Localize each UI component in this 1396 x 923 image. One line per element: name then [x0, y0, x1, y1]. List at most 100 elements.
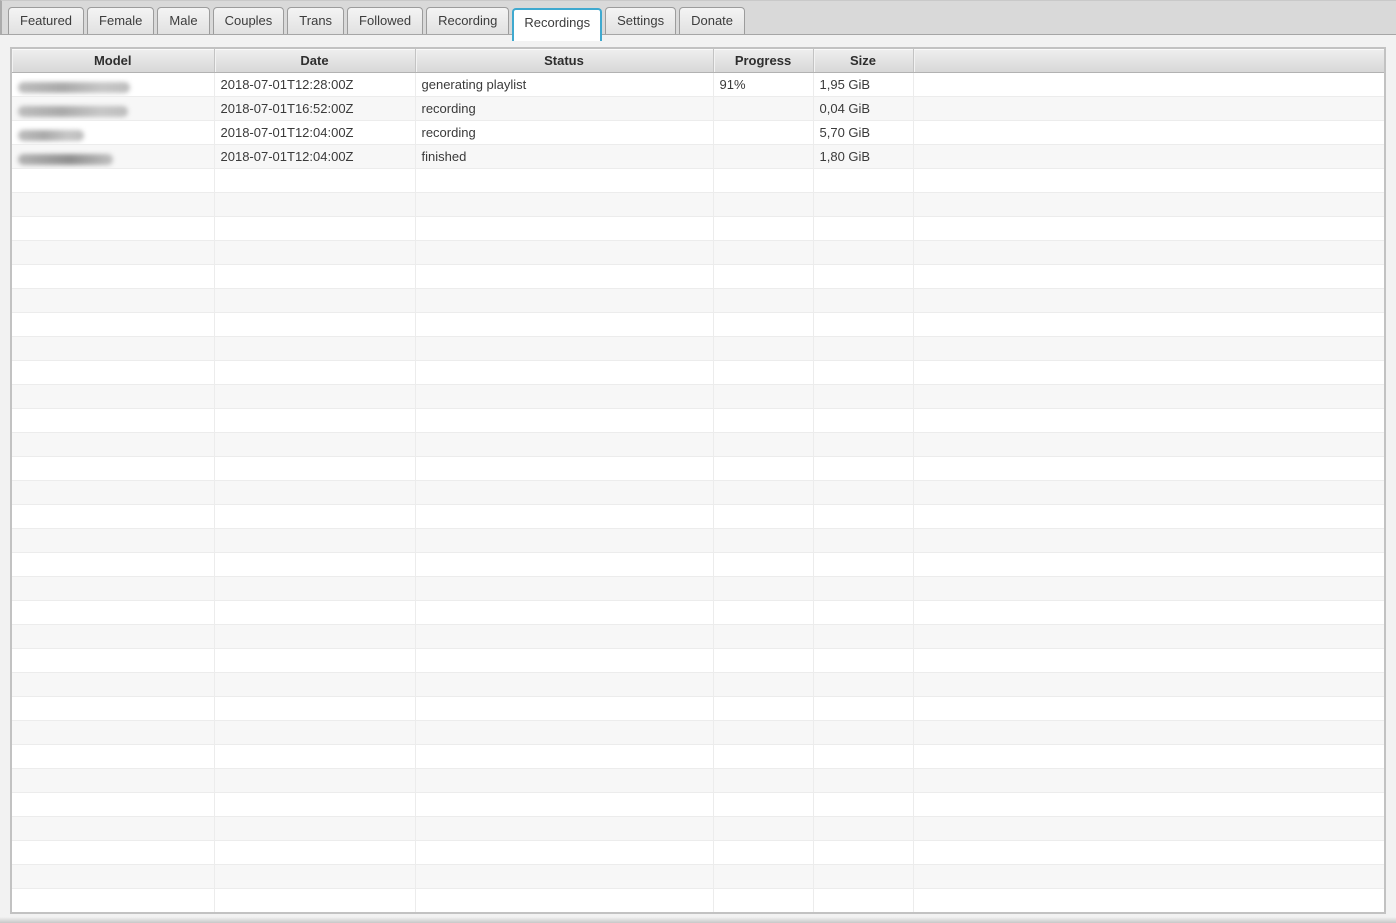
tab-male[interactable]: Male: [157, 7, 209, 34]
empty-cell: [415, 481, 713, 505]
empty-cell: [214, 601, 415, 625]
cell-filler: [913, 121, 1384, 145]
cell-status: recording: [415, 121, 713, 145]
empty-cell: [12, 169, 214, 193]
empty-cell: [813, 841, 913, 865]
cell-size: 0,04 GiB: [813, 97, 913, 121]
empty-cell: [713, 745, 813, 769]
empty-cell: [12, 361, 214, 385]
tab-donate[interactable]: Donate: [679, 7, 745, 34]
empty-cell: [713, 817, 813, 841]
empty-cell: [713, 289, 813, 313]
empty-cell: [12, 337, 214, 361]
empty-cell: [214, 289, 415, 313]
empty-cell: [214, 721, 415, 745]
empty-cell: [415, 361, 713, 385]
empty-cell: [813, 457, 913, 481]
empty-cell: [415, 529, 713, 553]
column-header-date[interactable]: Date: [214, 49, 415, 73]
empty-cell: [214, 409, 415, 433]
empty-cell: [713, 265, 813, 289]
empty-cell: [214, 505, 415, 529]
empty-cell: [12, 481, 214, 505]
empty-row: [12, 361, 1384, 385]
empty-cell: [713, 505, 813, 529]
empty-cell: [813, 313, 913, 337]
empty-cell: [415, 697, 713, 721]
empty-cell: [913, 505, 1384, 529]
table-row[interactable]: 2018-07-01T12:04:00Zrecording5,70 GiB: [12, 121, 1384, 145]
empty-cell: [415, 577, 713, 601]
empty-cell: [713, 889, 813, 913]
empty-cell: [12, 841, 214, 865]
empty-cell: [12, 817, 214, 841]
cell-model: [12, 97, 214, 121]
empty-cell: [214, 553, 415, 577]
empty-cell: [214, 361, 415, 385]
empty-cell: [913, 697, 1384, 721]
tab-settings[interactable]: Settings: [605, 7, 676, 34]
empty-row: [12, 457, 1384, 481]
empty-row: [12, 889, 1384, 913]
table-row[interactable]: 2018-07-01T16:52:00Zrecording0,04 GiB: [12, 97, 1384, 121]
empty-row: [12, 865, 1384, 889]
empty-cell: [913, 721, 1384, 745]
empty-cell: [12, 673, 214, 697]
table-header-row: ModelDateStatusProgressSize: [12, 49, 1384, 73]
tab-female[interactable]: Female: [87, 7, 154, 34]
empty-row: [12, 193, 1384, 217]
cell-filler: [913, 145, 1384, 169]
empty-cell: [813, 625, 913, 649]
column-header-progress[interactable]: Progress: [713, 49, 813, 73]
cell-filler: [913, 97, 1384, 121]
empty-cell: [12, 385, 214, 409]
empty-cell: [415, 625, 713, 649]
empty-cell: [713, 721, 813, 745]
tab-featured[interactable]: Featured: [8, 7, 84, 34]
empty-cell: [713, 385, 813, 409]
empty-cell: [415, 769, 713, 793]
recordings-table: ModelDateStatusProgressSize 2018-07-01T1…: [12, 49, 1384, 912]
empty-cell: [415, 193, 713, 217]
cell-model: [12, 121, 214, 145]
empty-cell: [813, 577, 913, 601]
empty-cell: [415, 673, 713, 697]
tab-couples[interactable]: Couples: [213, 7, 285, 34]
empty-cell: [913, 889, 1384, 913]
column-header-model[interactable]: Model: [12, 49, 214, 73]
empty-cell: [415, 217, 713, 241]
empty-cell: [913, 337, 1384, 361]
empty-row: [12, 625, 1384, 649]
empty-cell: [214, 337, 415, 361]
tab-recording[interactable]: Recording: [426, 7, 509, 34]
table-row[interactable]: 2018-07-01T12:04:00Zfinished1,80 GiB: [12, 145, 1384, 169]
empty-cell: [813, 481, 913, 505]
empty-cell: [12, 505, 214, 529]
column-header-status[interactable]: Status: [415, 49, 713, 73]
cell-status: recording: [415, 97, 713, 121]
empty-cell: [12, 529, 214, 553]
tab-trans[interactable]: Trans: [287, 7, 344, 34]
empty-cell: [813, 817, 913, 841]
empty-row: [12, 577, 1384, 601]
column-header-size[interactable]: Size: [813, 49, 913, 73]
empty-cell: [12, 265, 214, 289]
cell-model: [12, 73, 214, 97]
empty-cell: [214, 169, 415, 193]
empty-cell: [913, 745, 1384, 769]
empty-cell: [913, 217, 1384, 241]
empty-cell: [913, 553, 1384, 577]
empty-cell: [415, 241, 713, 265]
tab-followed[interactable]: Followed: [347, 7, 423, 34]
empty-cell: [713, 553, 813, 577]
cell-date: 2018-07-01T12:04:00Z: [214, 145, 415, 169]
empty-cell: [913, 169, 1384, 193]
empty-cell: [214, 769, 415, 793]
table-header: ModelDateStatusProgressSize: [12, 49, 1384, 73]
empty-cell: [415, 169, 713, 193]
tab-recordings[interactable]: Recordings: [512, 8, 602, 41]
empty-row: [12, 481, 1384, 505]
redacted-model-name: [18, 82, 130, 93]
empty-cell: [813, 745, 913, 769]
table-row[interactable]: 2018-07-01T12:28:00Zgenerating playlist9…: [12, 73, 1384, 97]
